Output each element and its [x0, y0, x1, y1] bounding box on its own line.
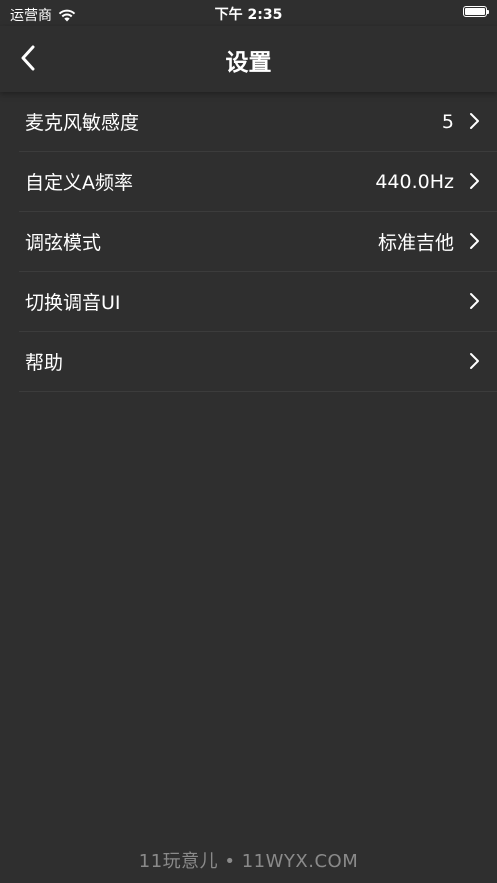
status-bar: 运营商 下午 2:35 [0, 0, 497, 26]
settings-row-tuning-mode[interactable]: 调弦模式 标准吉他 [19, 212, 497, 272]
settings-list: 麦克风敏感度 5 自定义A频率 440.0Hz 调弦模式 标准吉他 切换调音UI… [0, 92, 497, 392]
chevron-right-icon [470, 353, 479, 369]
settings-row-switch-tuner-ui[interactable]: 切换调音UI [19, 272, 497, 332]
chevron-right-icon [470, 113, 479, 129]
row-label: 调弦模式 [25, 232, 102, 254]
chevron-right-icon [470, 173, 479, 189]
row-value: 标准吉他 [377, 232, 454, 254]
row-value: 5 [441, 110, 454, 133]
settings-row-help[interactable]: 帮助 [19, 332, 497, 392]
row-label: 自定义A频率 [25, 172, 133, 194]
navigation-bar: 设置 [0, 26, 497, 92]
row-label: 切换调音UI [25, 292, 121, 314]
page-title: 设置 [225, 50, 272, 76]
row-label: 帮助 [25, 352, 64, 374]
settings-row-mic-sensitivity[interactable]: 麦克风敏感度 5 [19, 92, 497, 152]
watermark-text: 11玩意儿 • 11WYX.COM [138, 851, 359, 872]
status-time: 下午 2:35 [214, 7, 283, 23]
settings-row-a-frequency[interactable]: 自定义A频率 440.0Hz [19, 152, 497, 212]
battery-icon [463, 6, 489, 17]
row-label: 麦克风敏感度 [25, 112, 140, 134]
row-value: 440.0Hz [375, 170, 454, 193]
battery-level [465, 8, 485, 15]
chevron-right-icon [470, 293, 479, 309]
chevron-right-icon [470, 233, 479, 249]
